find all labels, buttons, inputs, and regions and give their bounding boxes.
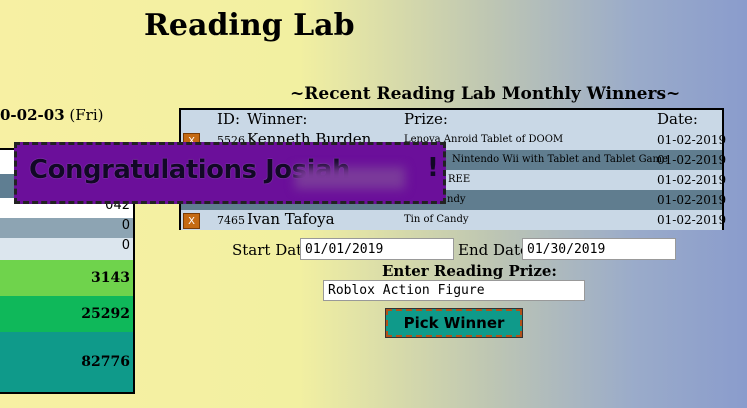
stat-row: 0 <box>0 238 133 260</box>
winner-date: 01-02-2019 <box>657 213 727 227</box>
banner-exclamation: ! <box>427 153 439 183</box>
col-header-winner: Winner: <box>247 110 308 128</box>
pick-winner-button[interactable]: Pick Winner <box>385 308 523 338</box>
winner-prize: Nintendo Wii with Tablet and Tablet Game <box>452 154 668 165</box>
prize-label: Enter Reading Prize: <box>382 262 557 280</box>
prize-input[interactable]: Roblox Action Figure <box>323 280 585 301</box>
winner-prize: ndy <box>447 194 466 205</box>
stat-row: 82776 <box>0 332 133 392</box>
col-header-id: ID: <box>217 110 241 128</box>
winner-prize: REE <box>448 174 471 185</box>
redacted-name <box>295 167 405 189</box>
col-header-prize: Prize: <box>404 110 448 128</box>
table-row: X 7465 Ivan Tafoya Tin of Candy 01-02-20… <box>181 210 726 230</box>
date-day: (Fri) <box>69 106 104 124</box>
end-date-input[interactable] <box>522 238 676 260</box>
winner-date: 01-02-2019 <box>657 133 727 147</box>
stat-row: 25292 <box>0 296 133 332</box>
winner-id: 7465 <box>217 214 245 227</box>
stat-row: 0 <box>0 218 133 238</box>
winner-date: 01-02-2019 <box>657 173 727 187</box>
date-display: 0-02-03 (Fri) <box>0 106 104 124</box>
col-header-date: Date: <box>657 110 698 128</box>
delete-button[interactable]: X <box>183 213 200 229</box>
winners-title: ~Recent Reading Lab Monthly Winners~ <box>290 84 681 104</box>
start-date-input[interactable] <box>300 238 454 260</box>
date-value: 0-02-03 <box>0 106 65 124</box>
winner-prize: Tin of Candy <box>404 214 469 225</box>
winner-date: 01-02-2019 <box>657 153 727 167</box>
page-title: Reading Lab <box>144 8 355 43</box>
winner-name: Ivan Tafoya <box>247 210 335 228</box>
congratulations-banner: Congratulations Josiah ! <box>14 142 446 204</box>
end-date-label: End Date <box>458 241 529 259</box>
winner-date: 01-02-2019 <box>657 193 727 207</box>
stat-row: 3143 <box>0 260 133 296</box>
